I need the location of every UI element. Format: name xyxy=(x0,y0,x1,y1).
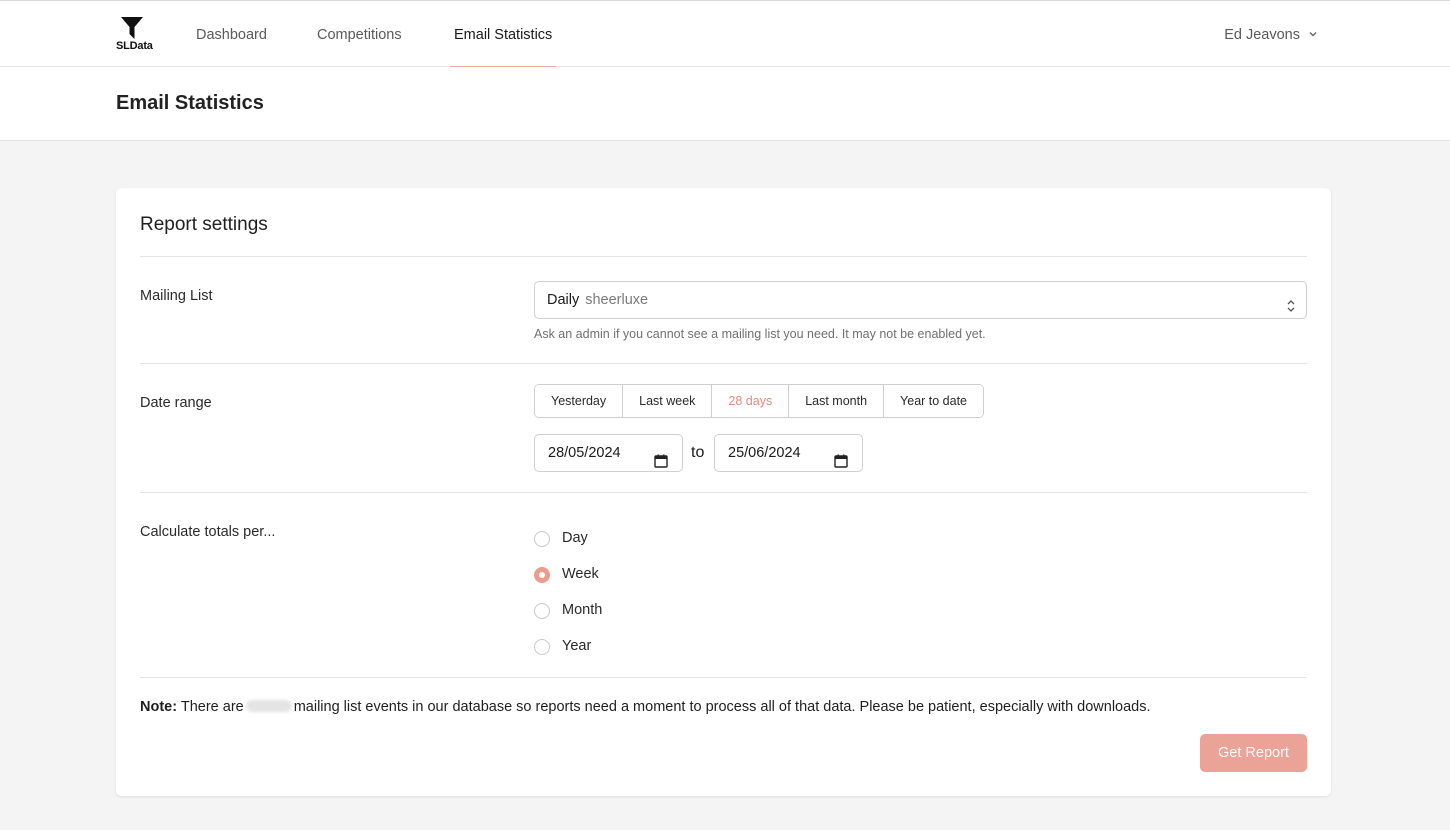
calendar-icon[interactable] xyxy=(654,446,668,482)
divider xyxy=(140,677,1307,678)
radio-label: Day xyxy=(562,530,588,546)
user-menu[interactable]: Ed Jeavons xyxy=(1224,1,1318,67)
mailing-list-help: Ask an admin if you cannot see a mailing… xyxy=(534,327,986,341)
select-arrows-icon xyxy=(1286,292,1296,328)
radio-label: Year xyxy=(562,638,592,654)
mailing-list-value: Daily xyxy=(547,292,580,308)
preset-28-days[interactable]: 28 days xyxy=(712,385,790,417)
page-header: Email Statistics xyxy=(0,67,1450,141)
top-nav: SLData Dashboard Competitions Email Stat… xyxy=(0,0,1450,68)
redacted-count xyxy=(245,700,292,712)
report-settings-card: Report settings Mailing List Daily sheerl… xyxy=(116,188,1331,796)
get-report-button[interactable]: Get Report xyxy=(1200,734,1307,772)
radio-button-selected[interactable] xyxy=(534,567,550,583)
calendar-icon[interactable] xyxy=(834,446,848,482)
divider xyxy=(140,492,1307,493)
page-title: Email Statistics xyxy=(116,92,264,114)
radio-button[interactable] xyxy=(534,603,550,619)
card-title: Report settings xyxy=(140,214,268,235)
brand-logo[interactable]: SLData xyxy=(116,16,156,56)
date-from-input[interactable]: 28/05/2024 xyxy=(534,434,683,472)
note-label: Note: xyxy=(140,699,178,715)
date-from-value: 28/05/2024 xyxy=(548,445,621,461)
radio-label: Week xyxy=(562,566,599,582)
user-name: Ed Jeavons xyxy=(1224,27,1300,43)
processing-note: Note: There are mailing list events in ou… xyxy=(140,699,1151,715)
totals-label: Calculate totals per... xyxy=(140,524,276,540)
preset-year-to-date[interactable]: Year to date xyxy=(884,385,984,417)
nav-dashboard[interactable]: Dashboard xyxy=(196,1,267,67)
preset-yesterday[interactable]: Yesterday xyxy=(535,385,624,417)
preset-last-week[interactable]: Last week xyxy=(623,385,713,417)
radio-button[interactable] xyxy=(534,531,550,547)
radio-button[interactable] xyxy=(534,639,550,655)
nav-competitions[interactable]: Competitions xyxy=(317,1,402,67)
mailing-list-label: Mailing List xyxy=(140,288,213,304)
date-to-separator: to xyxy=(691,444,705,461)
mailing-list-subvalue: sheerluxe xyxy=(585,292,649,308)
radio-label: Month xyxy=(562,602,603,618)
funnel-logo-icon xyxy=(121,17,143,39)
date-to-input[interactable]: 25/06/2024 xyxy=(714,434,863,472)
date-to-value: 25/06/2024 xyxy=(728,445,801,461)
brand-name: SLData xyxy=(116,40,153,52)
mailing-list-select[interactable]: Daily sheerluxe xyxy=(534,281,1307,319)
date-preset-group: Yesterday Last week 28 days Last month Y… xyxy=(534,384,985,418)
date-range-label: Date range xyxy=(140,395,212,411)
nav-email-statistics[interactable]: Email Statistics xyxy=(449,1,557,68)
divider xyxy=(140,256,1307,257)
divider xyxy=(140,363,1307,364)
note-text-before: There are xyxy=(180,699,244,715)
chevron-down-icon xyxy=(1308,1,1318,69)
preset-last-month[interactable]: Last month xyxy=(789,385,885,417)
note-text-after: mailing list events in our database so r… xyxy=(293,699,1151,715)
